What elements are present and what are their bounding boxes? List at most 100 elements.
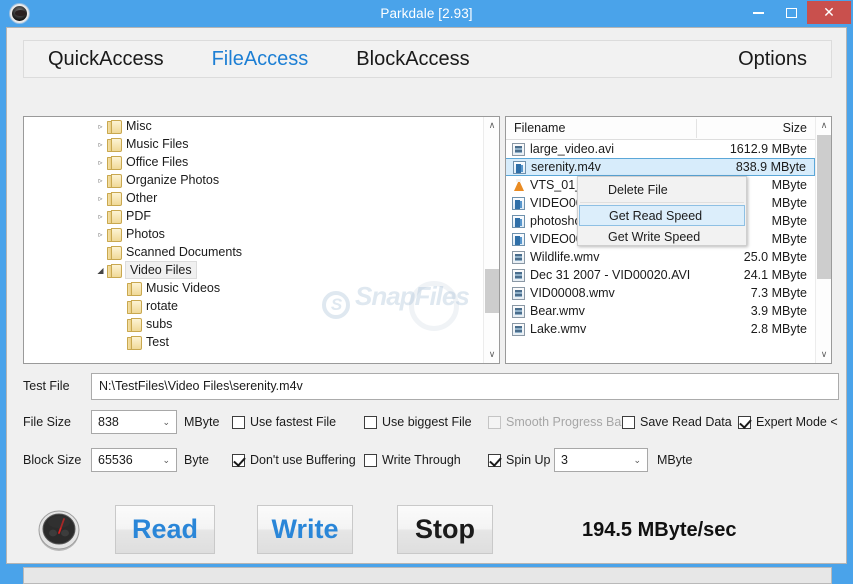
folder-icon [107,138,122,152]
scroll-up-icon[interactable]: ∧ [816,117,831,134]
file-list-rows[interactable]: large_video.avi 1612.9 MByte serenity.m4v 8… [506,140,815,363]
file-size: MByte [771,196,807,210]
tree-item[interactable]: ▹ Misc [24,117,483,135]
chevron-down-icon[interactable]: ◢ [94,266,107,275]
file-list-header: Filename Size [506,117,815,140]
checkbox-expert-mode[interactable]: Expert Mode < [738,415,838,429]
file-list-row[interactable]: Lake.wmv 2.8 MByte [506,320,815,338]
chevron-right-icon[interactable]: ▹ [94,194,107,203]
chevron-right-icon[interactable]: ▹ [94,140,107,149]
file-size: 7.3 MByte [750,286,807,300]
tree-scrollbar[interactable]: ∧ ∨ [483,117,499,363]
column-header-filename[interactable]: Filename [514,121,565,135]
chevron-right-icon[interactable]: ▹ [94,158,107,167]
column-header-size[interactable]: Size [783,121,807,135]
folder-icon [107,192,122,206]
tree-item[interactable]: ▹ Photos [24,225,483,243]
checkbox-smooth-progress-bar: Smooth Progress Bar [488,415,626,429]
file-size: 24.1 MByte [743,268,807,282]
chevron-right-icon[interactable]: ▹ [94,176,107,185]
tree-item-label: PDF [126,209,151,223]
film-file-icon [512,304,525,318]
read-button[interactable]: Read [115,505,215,554]
checkbox-write-through[interactable]: Write Through [364,453,461,467]
tree-item[interactable]: ▹ PDF [24,207,483,225]
checkbox-box [488,453,501,467]
tree-item[interactable]: subs [24,315,483,333]
checkbox-use-biggest-file[interactable]: Use biggest File [364,415,472,429]
media-file-icon [512,196,525,210]
checkbox-label: Expert Mode < [756,415,838,429]
stop-button[interactable]: Stop [397,505,493,554]
file-list-row[interactable]: VID00008.wmv 7.3 MByte [506,284,815,302]
block-size-unit: Byte [184,453,210,467]
checkbox-spin-up[interactable]: Spin Up [488,453,550,467]
file-list-row[interactable]: Bear.wmv 3.9 MByte [506,302,815,320]
file-size-label: File Size [23,415,71,429]
tree-item-label: Scanned Documents [126,245,243,259]
spin-up-dropdown[interactable]: 3 ⌄ [554,448,648,472]
folder-icon [107,210,122,224]
folder-icon [107,246,122,260]
file-size: 1612.9 MByte [729,142,807,156]
tree-scrollbar-thumb[interactable] [485,269,499,313]
chevron-right-icon[interactable]: ▹ [94,122,107,131]
maximize-button[interactable] [777,2,806,23]
tab-options[interactable]: Options [728,48,817,71]
close-button[interactable]: ✕ [807,1,851,24]
checkbox-save-read-data[interactable]: Save Read Data [622,415,732,429]
chevron-right-icon[interactable]: ▹ [94,212,107,221]
tree-item[interactable]: ◢ Video Files [24,261,483,279]
tree-item-label: subs [146,317,173,331]
spin-up-value: 3 [561,453,568,467]
file-list-row[interactable]: Wildlife.wmv 25.0 MByte [506,248,815,266]
folder-icon [127,300,142,314]
tree-item[interactable]: Music Videos [24,279,483,297]
tree-item[interactable]: ▹ Other [24,189,483,207]
file-list-row[interactable]: Dec 31 2007 - VID00020.AVI 24.1 MByte [506,266,815,284]
file-name: Lake.wmv [530,322,587,336]
tab-strip: QuickAccess FileAccess BlockAccess Optio… [23,40,832,78]
file-list-scrollbar[interactable]: ∧ ∨ [815,117,831,363]
file-list-scrollbar-thumb[interactable] [817,135,831,279]
menu-item-get-read-speed[interactable]: Get Read Speed [579,205,745,226]
minimize-button[interactable] [744,2,773,23]
file-size: MByte [771,214,807,228]
test-file-input[interactable]: N:\TestFiles\Video Files\serenity.m4v [91,373,839,400]
folder-icon [107,120,122,134]
menu-item-delete-file[interactable]: Delete File [578,179,746,200]
progress-bar [23,567,832,584]
file-list-row[interactable]: large_video.avi 1612.9 MByte [506,140,815,158]
scroll-down-icon[interactable]: ∨ [816,346,831,363]
tree-item[interactable]: ▹ Office Files [24,153,483,171]
tree-item[interactable]: ▹ Organize Photos [24,171,483,189]
write-button[interactable]: Write [257,505,353,554]
tab-fileaccess[interactable]: FileAccess [202,48,319,71]
file-name: serenity.m4v [531,160,601,174]
tree-item[interactable]: Test [24,333,483,351]
film-file-icon [512,286,525,300]
tree-item[interactable]: Scanned Documents [24,243,483,261]
tab-quickaccess[interactable]: QuickAccess [38,48,174,71]
block-size-dropdown[interactable]: 65536 ⌄ [91,448,177,472]
folder-tree-list[interactable]: ▹ Misc ▹ Music Files ▹ Office Files ▹ Organize … [24,117,483,363]
file-size-dropdown[interactable]: 838 ⌄ [91,410,177,434]
menu-item-get-write-speed[interactable]: Get Write Speed [578,226,746,247]
checkbox-dont-use-buffering[interactable]: Don't use Buffering [232,453,356,467]
tree-item-label: Music Videos [146,281,221,295]
file-name: large_video.avi [530,142,615,156]
media-file-icon [512,214,525,228]
scroll-up-icon[interactable]: ∧ [484,117,499,134]
checkbox-label: Smooth Progress Bar [506,415,626,429]
chevron-right-icon[interactable]: ▹ [94,230,107,239]
file-size: 3.9 MByte [750,304,807,318]
scroll-down-icon[interactable]: ∨ [484,346,499,363]
chevron-down-icon: ⌄ [633,455,641,465]
tab-blockaccess[interactable]: BlockAccess [346,48,479,71]
tree-item[interactable]: rotate [24,297,483,315]
file-list-row[interactable]: serenity.m4v 838.9 MByte [506,158,815,176]
file-size: MByte [771,232,807,246]
tree-item[interactable]: ▹ Music Files [24,135,483,153]
checkbox-box [232,453,245,467]
checkbox-use-fastest-file[interactable]: Use fastest File [232,415,336,429]
